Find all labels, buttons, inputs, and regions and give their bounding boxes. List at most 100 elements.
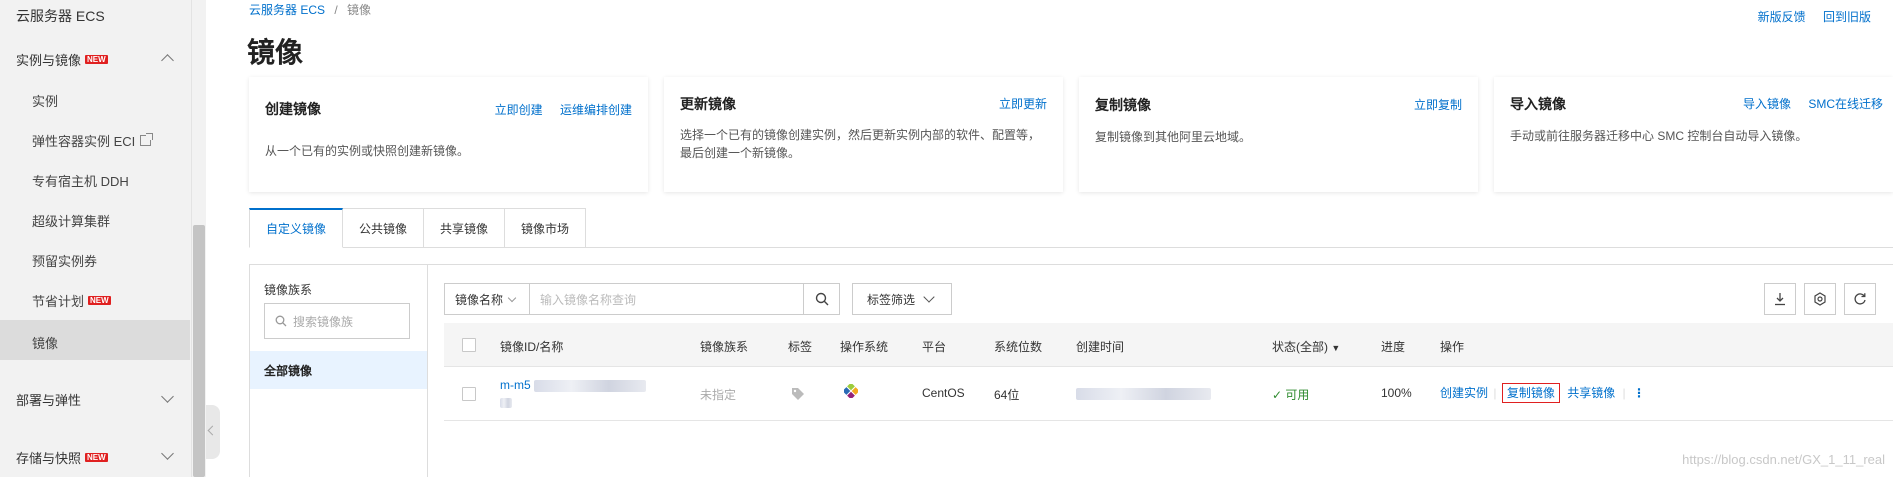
new-badge: NEW (85, 55, 108, 64)
sidebar-item-eci[interactable]: 弹性容器实例 ECI (32, 131, 154, 150)
app-root: 云服务器 ECS 实例与镜像 NEW 实例 弹性容器实例 ECI 专有宿主机 D… (0, 0, 1893, 477)
header-status-filter[interactable]: 状态(全部) ▼ (1272, 338, 1340, 355)
status-text: 可用 (1285, 388, 1310, 402)
chevron-down-icon[interactable] (161, 390, 174, 403)
chevron-up-icon[interactable] (161, 54, 174, 67)
search-icon (275, 315, 287, 327)
card-title: 创建镜像 (265, 101, 321, 117)
sidebar-group-storage[interactable]: 存储与快照 NEW (16, 448, 108, 467)
check-circle-icon: ✓ (1272, 388, 1283, 402)
tab-custom-images[interactable]: 自定义镜像 (249, 208, 344, 248)
tab-public-images[interactable]: 公共镜像 (343, 208, 425, 248)
scrollbar-thumb[interactable] (193, 225, 205, 477)
copy-image-link[interactable]: 复制镜像 (1501, 383, 1560, 403)
watermark: https://blog.csdn.net/GX_1_11_real (1682, 452, 1885, 467)
all-images-item[interactable]: 全部镜像 (250, 351, 427, 389)
update-now-link[interactable]: 立即更新 (999, 97, 1047, 111)
tab-image-market[interactable]: 镜像市场 (505, 208, 587, 248)
centos-icon (842, 382, 860, 401)
caret-down-icon: ▼ (1331, 343, 1341, 353)
search-placeholder: 搜索镜像族 (293, 314, 354, 329)
header-platform: 平台 (922, 340, 947, 354)
sidebar-item-instances[interactable]: 实例 (32, 91, 58, 110)
header-os: 操作系统 (840, 340, 889, 354)
status-cell: ✓ 可用 (1272, 386, 1309, 403)
refresh-button[interactable] (1844, 283, 1876, 315)
sidebar-item-images[interactable]: 镜像 (32, 333, 58, 352)
select-all-checkbox[interactable] (462, 338, 476, 352)
external-link-icon (140, 133, 154, 146)
sidebar-collapse-handle[interactable] (206, 405, 220, 459)
sidebar-item-label: 超级计算集群 (32, 214, 111, 229)
sidebar-group-deploy[interactable]: 部署与弹性 (16, 390, 81, 409)
sidebar-group-instances-images[interactable]: 实例与镜像 NEW (16, 50, 108, 69)
create-now-link[interactable]: 立即创建 (495, 103, 543, 117)
more-actions-icon[interactable]: ⋮ (1633, 386, 1645, 400)
card-update-image: 更新镜像 立即更新 选择一个已有的镜像创建实例，然后更新实例内部的软件、配置等，… (664, 77, 1063, 192)
actions-cell: 创建实例 | 复制镜像 共享镜像 | ⋮ (1440, 383, 1645, 403)
download-icon (1775, 293, 1785, 306)
import-image-link[interactable]: 导入镜像 (1743, 97, 1791, 111)
progress-cell: 100% (1381, 386, 1412, 400)
card-title: 更新镜像 (680, 96, 736, 112)
settings-button[interactable] (1804, 283, 1836, 315)
breadcrumb-separator: / (334, 3, 338, 17)
image-id-cell: m-m5 (500, 378, 647, 408)
sidebar-item-reserved[interactable]: 预留实例券 (32, 251, 97, 270)
page-title: 镜像 (247, 37, 304, 68)
card-links: 立即创建 运维编排创建 (481, 101, 632, 118)
header-image-id[interactable]: 镜像ID/名称 (500, 338, 563, 355)
tag-icon[interactable] (791, 387, 805, 404)
sidebar-item-label: 预留实例券 (32, 254, 98, 269)
header-bits: 系统位数 (994, 340, 1043, 354)
card-links: 导入镜像 SMC在线迁移 (1729, 95, 1883, 112)
ops-create-link[interactable]: 运维编排创建 (560, 103, 632, 117)
platform-cell: CentOS (922, 386, 965, 400)
old-version-link[interactable]: 回到旧版 (1823, 10, 1871, 24)
share-image-link[interactable]: 共享镜像 (1567, 386, 1615, 400)
sidebar-item-scc[interactable]: 超级计算集群 (32, 211, 110, 230)
image-id-link[interactable]: m-m5 (500, 378, 531, 392)
image-family-label: 镜像族系 (264, 283, 313, 297)
divider: | (1622, 386, 1626, 400)
header-created: 创建时间 (1076, 340, 1125, 354)
card-links: 立即更新 (985, 95, 1047, 112)
copy-now-link[interactable]: 立即复制 (1414, 98, 1462, 112)
search-field-select[interactable]: 镜像名称 (444, 283, 530, 315)
family-cell: 未指定 (700, 388, 737, 402)
header-actions: 操作 (1440, 340, 1465, 354)
card-description: 选择一个已有的镜像创建实例，然后更新实例内部的软件、配置等，最后创建一个新镜像。 (680, 128, 1041, 160)
image-name-search-input[interactable]: 输入镜像名称查询 (530, 283, 804, 315)
sidebar-item-ddh[interactable]: 专有宿主机 DDH (32, 171, 129, 190)
create-instance-link[interactable]: 创建实例 (1440, 386, 1488, 400)
new-badge: NEW (88, 296, 111, 305)
image-tabs: 自定义镜像 公共镜像 共享镜像 镜像市场 (249, 208, 587, 248)
search-button[interactable] (804, 283, 840, 315)
row-checkbox[interactable] (462, 387, 476, 401)
table-header: 镜像ID/名称 镜像族系 标签 操作系统 平台 系统位数 创建时间 状态(全部)… (444, 323, 1893, 367)
sidebar: 云服务器 ECS 实例与镜像 NEW 实例 弹性容器实例 ECI 专有宿主机 D… (0, 0, 192, 477)
sidebar-group-label: 部署与弹性 (16, 393, 82, 408)
feedback-link[interactable]: 新版反馈 (1758, 10, 1806, 24)
download-button[interactable] (1764, 283, 1796, 315)
header-status-label: 状态(全部) (1272, 340, 1328, 354)
sidebar-item-label: 镜像 (32, 336, 59, 351)
chevron-down-icon[interactable] (161, 447, 174, 460)
card-create-image: 创建镜像 立即创建 运维编排创建 从一个已有的实例或快照创建新镜像。 (249, 77, 648, 192)
tab-shared-images[interactable]: 共享镜像 (424, 208, 506, 248)
header-progress: 进度 (1381, 340, 1406, 354)
sidebar-item-savings[interactable]: 节省计划 NEW (32, 291, 111, 310)
tag-filter-label: 标签筛选 (867, 292, 916, 307)
refresh-icon (1854, 293, 1866, 305)
redacted-id (534, 379, 647, 392)
chevron-down-icon (923, 291, 935, 303)
smc-migrate-link[interactable]: SMC在线迁移 (1808, 97, 1883, 111)
sidebar-group-label: 实例与镜像 (16, 53, 82, 68)
tag-filter-dropdown[interactable]: 标签筛选 (852, 283, 952, 315)
card-description: 从一个已有的实例或快照创建新镜像。 (265, 144, 470, 158)
sidebar-active-highlight (0, 320, 190, 360)
family-search-input[interactable]: 搜索镜像族 (264, 303, 410, 339)
card-title: 复制镜像 (1095, 97, 1151, 113)
card-description: 手动或前往服务器迁移中心 SMC 控制台自动导入镜像。 (1510, 129, 1808, 143)
breadcrumb-root-link[interactable]: 云服务器 ECS (249, 3, 325, 17)
